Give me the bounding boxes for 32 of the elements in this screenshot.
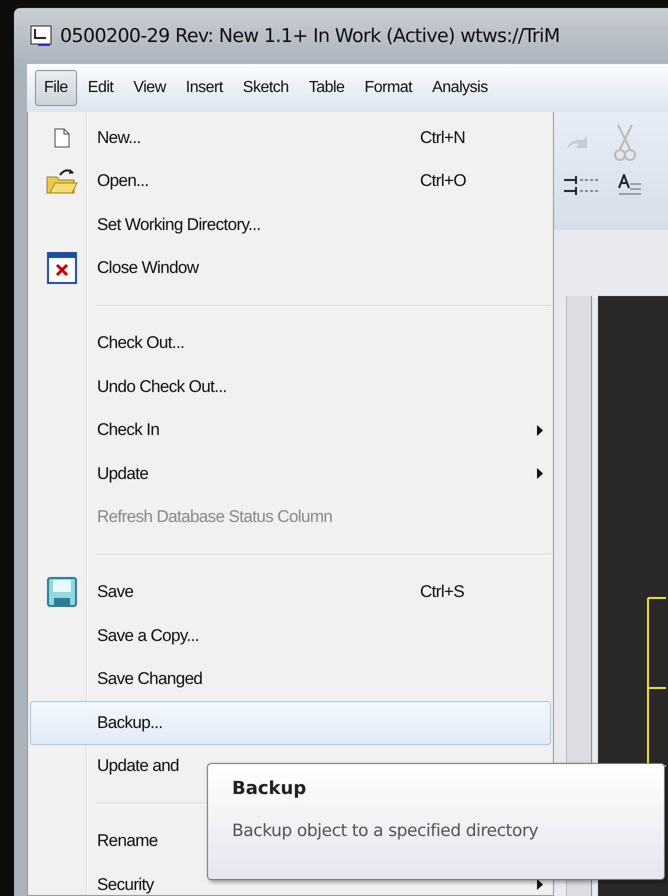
app-icon xyxy=(30,25,52,47)
window-title: 0500200-29 Rev: New 1.1+ In Work (Active) wtws://TriM xyxy=(60,25,560,47)
menu-item[interactable]: Undo Check Out... xyxy=(30,365,551,408)
menu-item[interactable]: Check In xyxy=(30,408,551,452)
menu-item[interactable]: Backup... xyxy=(30,701,551,744)
menu-bar-item[interactable]: Format xyxy=(355,70,422,106)
menu-item[interactable]: Set Working Directory... xyxy=(30,203,551,246)
folder-icon xyxy=(46,167,78,196)
document-icon xyxy=(54,128,70,148)
text-style-icon xyxy=(618,174,642,198)
scissors-icon xyxy=(614,124,636,164)
menu-bar-item[interactable]: Edit xyxy=(78,70,122,106)
menu-item[interactable]: New... Ctrl+N xyxy=(30,116,551,160)
close-window-icon xyxy=(47,252,77,284)
menu-item[interactable]: Close Window xyxy=(30,246,551,290)
menu-bar-item[interactable]: Sketch xyxy=(234,70,298,106)
indent-icon xyxy=(564,175,598,197)
tooltip-title: Backup xyxy=(232,778,308,799)
menu-bar-item[interactable]: Analysis xyxy=(423,70,497,106)
menu-item[interactable]: Save a Copy... xyxy=(30,614,551,658)
menu-item[interactable]: Update xyxy=(30,452,551,496)
menu-bar-item[interactable]: File xyxy=(35,70,77,106)
tooltip-description: Backup object to a specified directory xyxy=(232,821,540,841)
menu-bar-item[interactable]: Insert xyxy=(176,70,232,106)
menu-item[interactable]: Save Ctrl+S xyxy=(30,570,551,614)
menu-item[interactable]: Save Changed xyxy=(30,658,551,701)
save-icon xyxy=(47,577,77,608)
menu-item[interactable]: Security xyxy=(30,863,551,896)
menu-item[interactable]: Check Out... xyxy=(30,322,551,365)
menu-item[interactable]: Open... Ctrl+O xyxy=(30,160,551,203)
menu-bar-item[interactable]: Table xyxy=(300,70,354,106)
menu-bar-item[interactable]: View xyxy=(124,70,175,106)
